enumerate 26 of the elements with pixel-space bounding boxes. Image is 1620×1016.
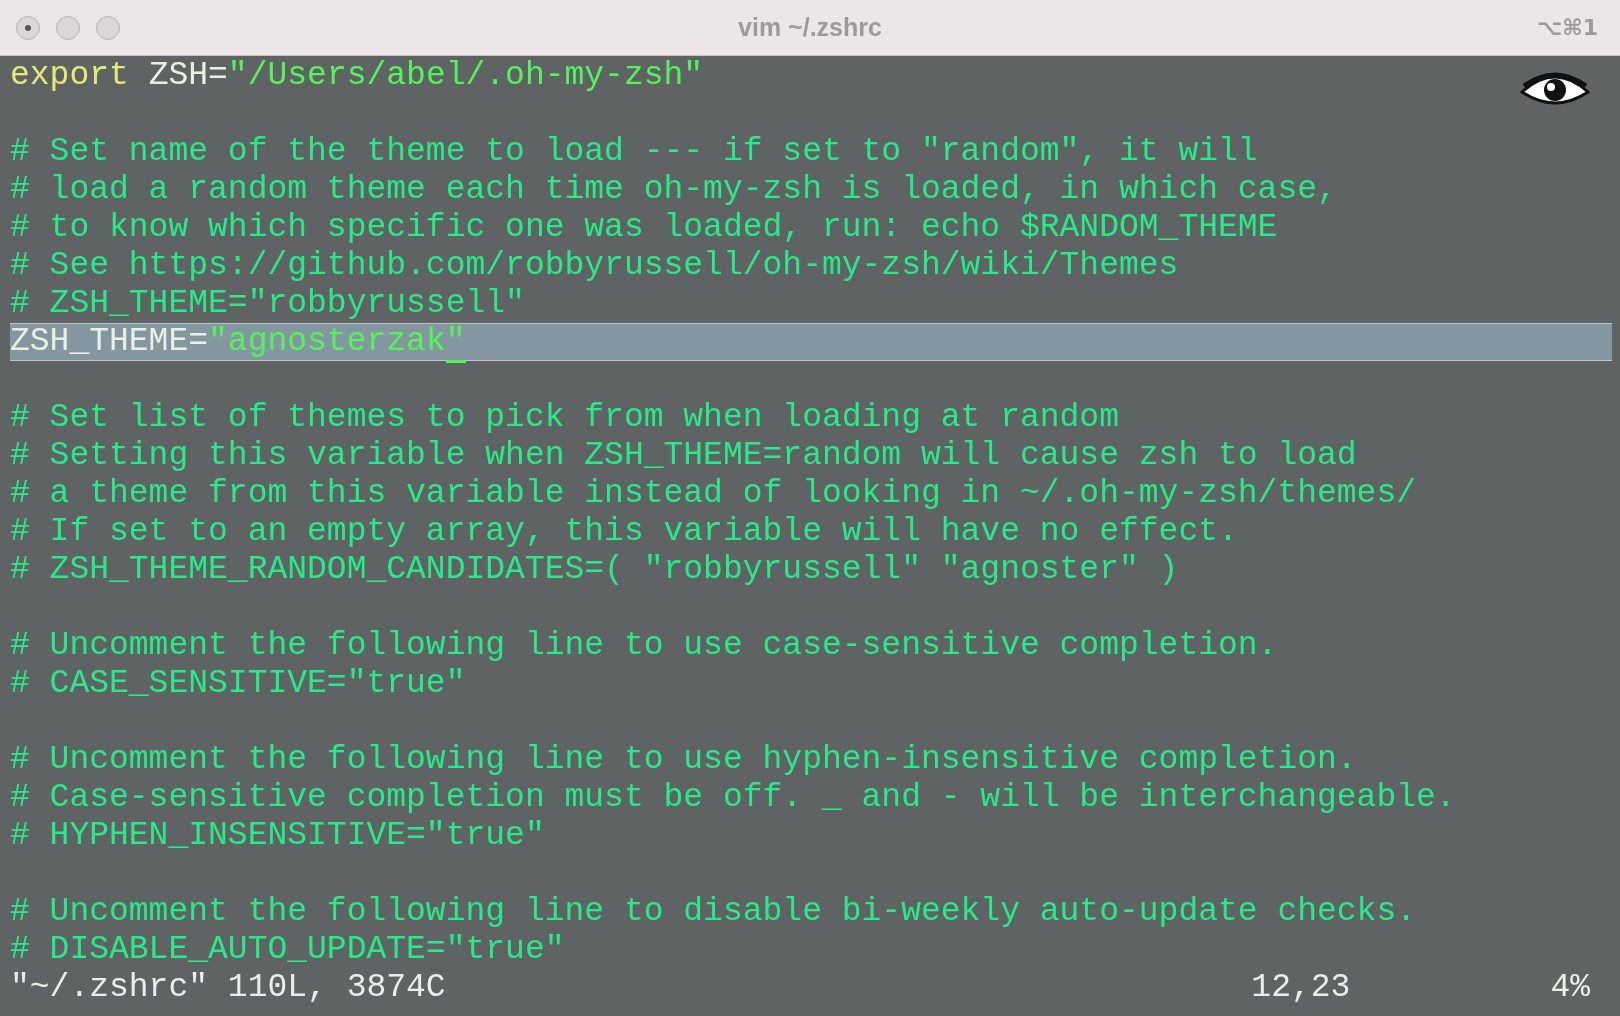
code-line: # If set to an empty array, this variable will have no effect.: [9, 513, 1238, 551]
code-line: # Uncomment the following line to use hyphen-insensitive completion.: [9, 741, 1357, 779]
code-line: # Setting this variable when ZSH_THEME=random will cause zsh to load: [9, 437, 1357, 475]
code-line: # DISABLE_AUTO_UPDATE="true": [9, 931, 565, 969]
code-line: # ZSH_THEME_RANDOM_CANDIDATES=( "robbyrussell" "agnoster" ): [9, 551, 1179, 589]
file-info: "~/.zshrc" 110L, 3874C: [10, 969, 446, 1007]
close-button[interactable]: [16, 15, 40, 40]
window-title: vim ~/.zshrc: [737, 13, 883, 42]
code-line: # See https://github.com/robbyrussell/oh-my-zsh/wiki/Themes: [9, 247, 1179, 285]
code-line: # Case-sensitive completion must be off. _ and - will be interchangeable.: [9, 779, 1456, 817]
zoom-button[interactable]: [96, 15, 120, 40]
code-line: # HYPHEN_INSENSITIVE="true": [9, 817, 545, 855]
code-line: # to know which specific one was loaded, run: echo $RANDOM_THEME: [9, 209, 1278, 247]
cursor-position: 12,23: [1251, 969, 1351, 1007]
minimize-button[interactable]: [56, 15, 80, 40]
code-line: # load a random theme each time oh-my-zsh is loaded, in which case,: [9, 171, 1337, 209]
code-line: # Uncomment the following line to use case-sensitive completion.: [9, 627, 1278, 665]
code-line: # a theme from this variable instead of looking in ~/.oh-my-zsh/themes/: [9, 475, 1417, 513]
code-line: # Set list of themes to pick from when loading at random: [9, 399, 1119, 437]
code-line: # ZSH_THEME="robbyrussell": [9, 285, 525, 323]
code-line: # CASE_SENSITIVE="true": [9, 665, 466, 703]
code-line: export ZSH="/Users/abel/.oh-my-zsh": [9, 57, 704, 95]
code-line: # Set name of the theme to load --- if set to "random", it will: [9, 133, 1258, 171]
scroll-percent: 4%: [1550, 969, 1590, 1007]
code-line: # Uncomment the following line to disable bi-weekly auto-update checks.: [9, 893, 1417, 931]
window-shortcut: ⌥⌘1: [1536, 15, 1598, 40]
